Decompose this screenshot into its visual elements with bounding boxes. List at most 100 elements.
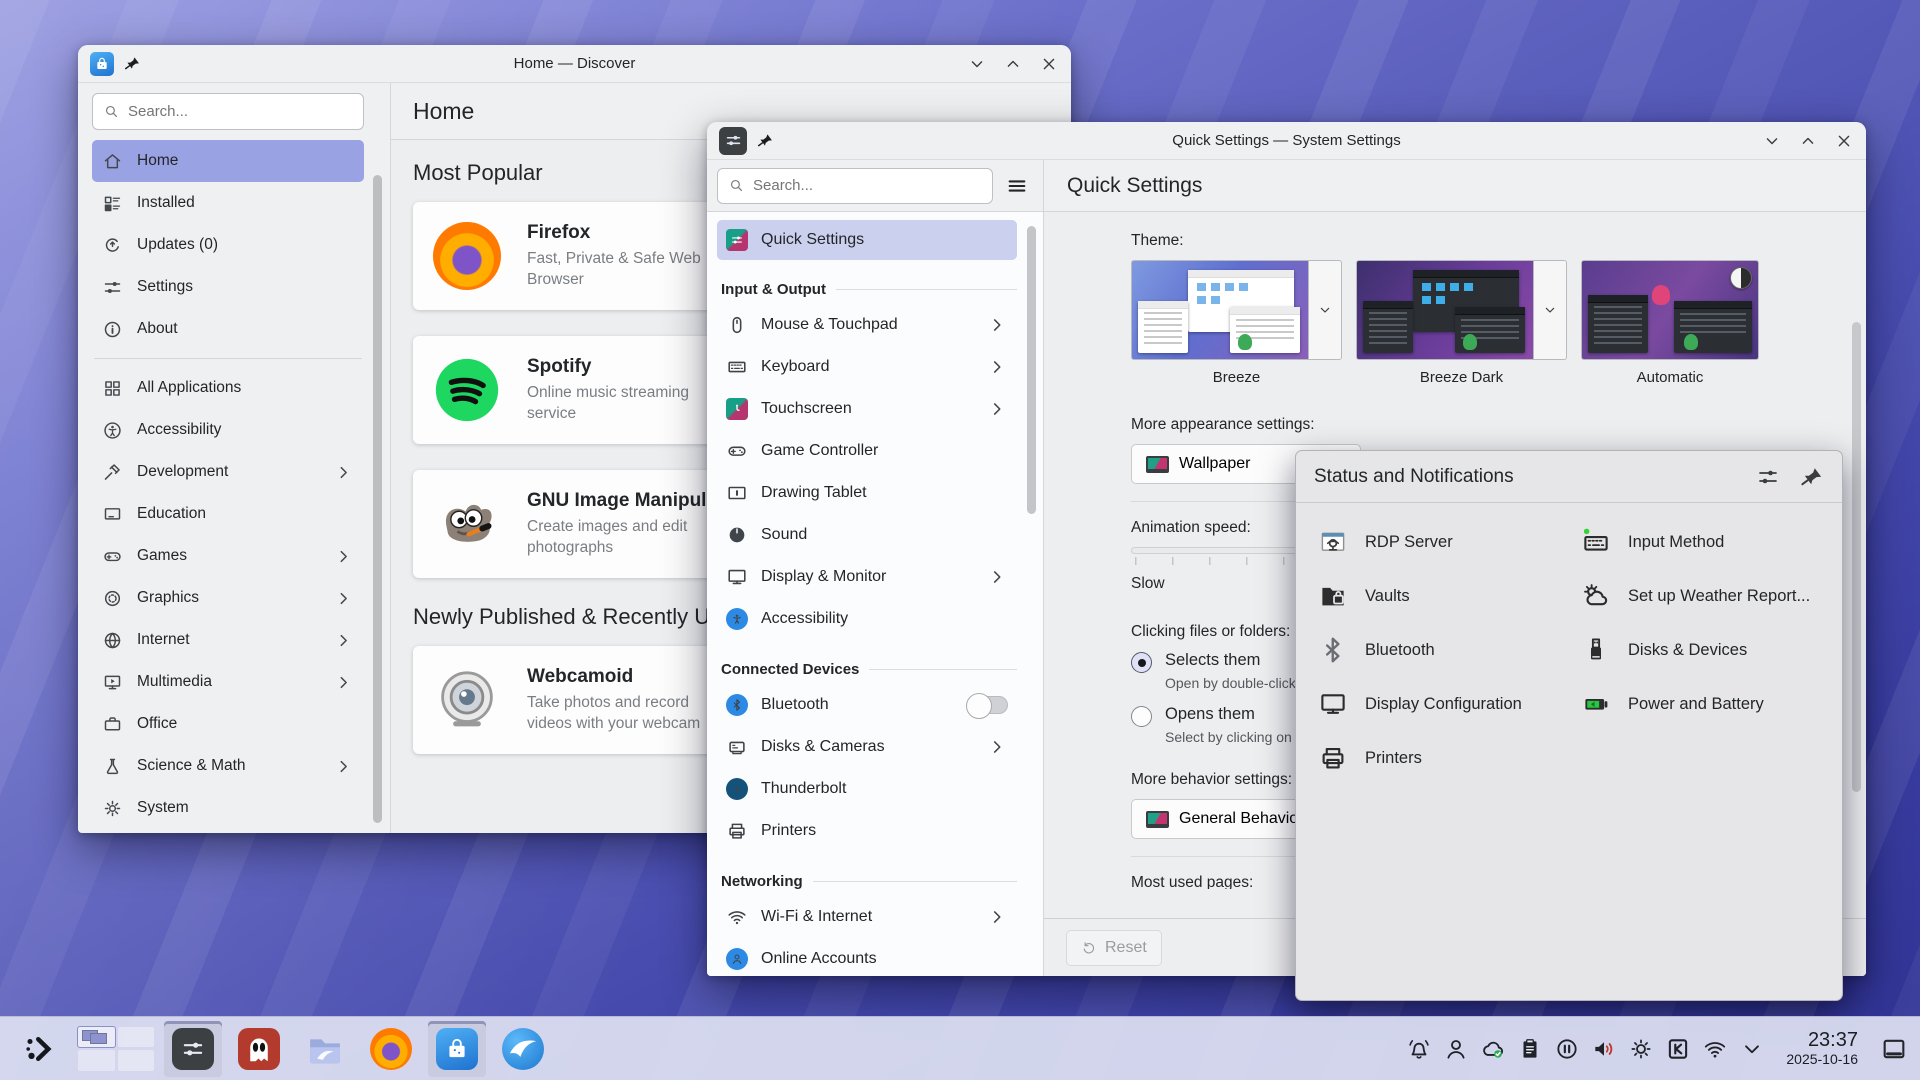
sidebar-label: Settings — [137, 278, 193, 296]
virtual-desktop-pager[interactable] — [76, 1025, 156, 1073]
discover-sidebar: Home Installed Updates (0) Settings Abou… — [78, 83, 390, 833]
maximize-button[interactable] — [1798, 131, 1818, 151]
settings-search[interactable] — [717, 168, 993, 204]
sidebar-item-keyboard[interactable]: Keyboard — [717, 346, 1017, 388]
digital-clock[interactable]: 23:37 2025-10-16 — [1786, 1029, 1858, 1067]
firefox-logo — [433, 222, 501, 290]
sidebar-item-touchscreen[interactable]: Touchscreen — [717, 388, 1017, 430]
sidebar-item-internet[interactable]: Internet — [92, 619, 364, 661]
notifications-icon[interactable] — [1404, 1034, 1433, 1063]
pin-icon[interactable] — [1798, 463, 1825, 490]
sidebar-item-settings[interactable]: Settings — [92, 266, 364, 308]
clipboard-icon[interactable] — [1515, 1034, 1544, 1063]
menu-button[interactable] — [999, 168, 1035, 204]
task-falkon[interactable] — [494, 1021, 552, 1077]
sidebar-item-bluetooth[interactable]: Bluetooth — [717, 684, 1017, 726]
task-ghostwriter[interactable] — [230, 1021, 288, 1077]
sidebar-item-sound[interactable]: Sound — [717, 514, 1017, 556]
sidebar-item-accessibility[interactable]: Accessibility — [92, 409, 364, 451]
settings-titlebar[interactable]: Quick Settings — System Settings — [707, 122, 1866, 160]
discover-search[interactable] — [92, 93, 364, 130]
keyboard-icon — [726, 356, 748, 378]
sidebar-item-updates[interactable]: Updates (0) — [92, 224, 364, 266]
expand-tray-icon[interactable] — [1737, 1034, 1766, 1063]
popup-item-power-battery[interactable]: Power and Battery — [1569, 689, 1832, 719]
popup-item-vaults[interactable]: Vaults — [1306, 581, 1569, 611]
radio-button-selected[interactable] — [1131, 652, 1152, 673]
popup-item-rdp-server[interactable]: RDP Server — [1306, 527, 1569, 557]
popup-item-input-method[interactable]: Input Method — [1569, 527, 1832, 557]
sidebar-item-disks-cameras[interactable]: Disks & Cameras — [717, 726, 1017, 768]
bluetooth-toggle[interactable] — [968, 696, 1008, 714]
reset-button[interactable]: Reset — [1066, 930, 1162, 966]
network-wifi-icon[interactable] — [1700, 1034, 1729, 1063]
pin-icon[interactable] — [123, 54, 142, 73]
user-switcher-icon[interactable] — [1441, 1034, 1470, 1063]
brightness-icon[interactable] — [1626, 1034, 1655, 1063]
minimize-button[interactable] — [967, 54, 987, 74]
popup-item-printers[interactable]: Printers — [1306, 743, 1569, 773]
sidebar-item-quick-settings[interactable]: Quick Settings — [717, 220, 1017, 260]
theme-thumbnail-automatic[interactable] — [1581, 260, 1759, 360]
sidebar-item-development[interactable]: Development — [92, 451, 364, 493]
close-button[interactable] — [1834, 131, 1854, 151]
hamburger-icon — [1006, 175, 1028, 197]
popup-item-disks-devices[interactable]: Disks & Devices — [1569, 635, 1832, 665]
sidebar-item-thunderbolt[interactable]: Thunderbolt — [717, 768, 1017, 810]
show-desktop-button[interactable] — [1878, 1027, 1910, 1071]
task-firefox[interactable] — [362, 1021, 420, 1077]
theme-breeze-dropdown-button[interactable] — [1309, 260, 1342, 360]
pin-icon[interactable] — [756, 131, 775, 150]
maximize-button[interactable] — [1003, 54, 1023, 74]
sidebar-item-accessibility[interactable]: Accessibility — [717, 598, 1017, 640]
sidebar-item-home[interactable]: Home — [92, 140, 364, 182]
desktop-3[interactable] — [78, 1050, 115, 1071]
application-launcher-button[interactable] — [10, 1021, 68, 1077]
sidebar-item-education[interactable]: Education — [92, 493, 364, 535]
task-system-settings[interactable] — [164, 1021, 222, 1077]
sidebar-item-wifi-internet[interactable]: Wi-Fi & Internet — [717, 896, 1017, 938]
sidebar-scrollbar[interactable] — [1027, 226, 1036, 514]
klipper-icon[interactable] — [1663, 1034, 1692, 1063]
search-input[interactable] — [128, 103, 353, 120]
sidebar-scrollbar[interactable] — [373, 175, 382, 823]
theme-thumbnail-breeze[interactable] — [1131, 260, 1309, 360]
configure-icon[interactable] — [1756, 465, 1780, 489]
sidebar-item-science-math[interactable]: Science & Math — [92, 745, 364, 787]
sidebar-item-game-controller[interactable]: Game Controller — [717, 430, 1017, 472]
close-button[interactable] — [1039, 54, 1059, 74]
search-input[interactable] — [753, 177, 982, 194]
sidebar-item-office[interactable]: Office — [92, 703, 364, 745]
desktop-2[interactable] — [118, 1027, 155, 1048]
theme-thumbnail-breeze-dark[interactable] — [1356, 260, 1534, 360]
desktop-4[interactable] — [118, 1050, 155, 1071]
sidebar-item-about[interactable]: About — [92, 308, 364, 350]
sidebar-item-all-applications[interactable]: All Applications — [92, 367, 364, 409]
volume-icon[interactable] — [1589, 1034, 1618, 1063]
sidebar-item-online-accounts[interactable]: Online Accounts — [717, 938, 1017, 976]
chevron-right-icon — [333, 462, 354, 483]
sidebar-item-display-monitor[interactable]: Display & Monitor — [717, 556, 1017, 598]
sidebar-item-system[interactable]: System — [92, 787, 364, 829]
sidebar-item-multimedia[interactable]: Multimedia — [92, 661, 364, 703]
sidebar-item-printers[interactable]: Printers — [717, 810, 1017, 852]
sidebar-item-mouse-touchpad[interactable]: Mouse & Touchpad — [717, 304, 1017, 346]
task-dolphin[interactable] — [296, 1021, 354, 1077]
task-discover[interactable] — [428, 1021, 486, 1077]
popup-item-weather[interactable]: Set up Weather Report... — [1569, 581, 1832, 611]
content-scrollbar[interactable] — [1852, 322, 1861, 792]
media-player-icon[interactable] — [1552, 1034, 1581, 1063]
sidebar-item-graphics[interactable]: Graphics — [92, 577, 364, 619]
system-settings-app-icon — [719, 127, 747, 155]
desktop-1[interactable] — [78, 1027, 115, 1048]
popup-item-display-configuration[interactable]: Display Configuration — [1306, 689, 1569, 719]
radio-button-unselected[interactable] — [1131, 706, 1152, 727]
sidebar-item-installed[interactable]: Installed — [92, 182, 364, 224]
cloud-sync-icon[interactable] — [1478, 1034, 1507, 1063]
discover-titlebar[interactable]: Home — Discover — [78, 45, 1071, 83]
sidebar-item-games[interactable]: Games — [92, 535, 364, 577]
theme-breeze-dark-dropdown-button[interactable] — [1534, 260, 1567, 360]
minimize-button[interactable] — [1762, 131, 1782, 151]
sidebar-item-drawing-tablet[interactable]: Drawing Tablet — [717, 472, 1017, 514]
popup-item-bluetooth[interactable]: Bluetooth — [1306, 635, 1569, 665]
